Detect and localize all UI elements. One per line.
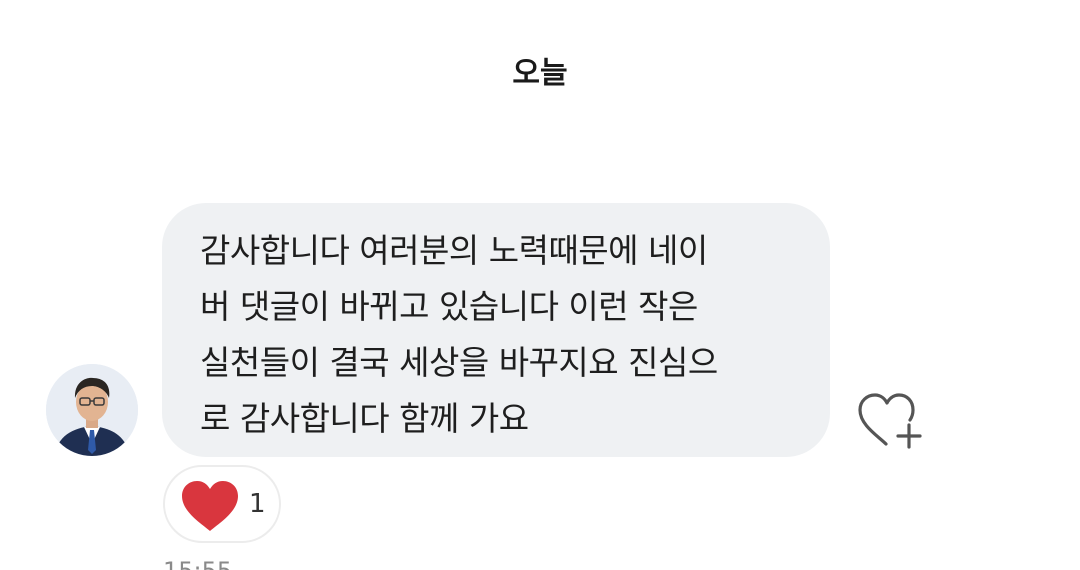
message-text-line: 감사합니다 여러분의 노력때문에 네이	[200, 231, 708, 270]
heart-icon	[182, 481, 238, 531]
message-bubble[interactable]: 감사합니다 여러분의 노력때문에 네이 버 댓글이 바뀌고 있습니다 이런 작은…	[162, 203, 830, 457]
heart-plus-icon	[858, 393, 922, 449]
person-photo-icon	[46, 364, 138, 456]
message-text-line: 로 감사합니다 함께 가요	[200, 399, 529, 438]
avatar[interactable]	[46, 364, 138, 456]
message-timestamp: 15:55	[163, 557, 232, 570]
date-divider: 오늘	[512, 56, 568, 91]
add-reaction-button[interactable]	[856, 392, 922, 450]
reaction-count: 1	[249, 489, 266, 519]
message-text-line: 버 댓글이 바뀌고 있습니다 이런 작은	[200, 287, 698, 326]
message-text-line: 실천들이 결국 세상을 바꾸지요 진심으	[200, 343, 718, 382]
chat-screen: 오늘 감사합니다 여러분의 노력때문에 네이 버 댓글이 바뀌고 있습니다 이런…	[0, 0, 1080, 570]
reaction-badge[interactable]: 1	[163, 465, 281, 543]
